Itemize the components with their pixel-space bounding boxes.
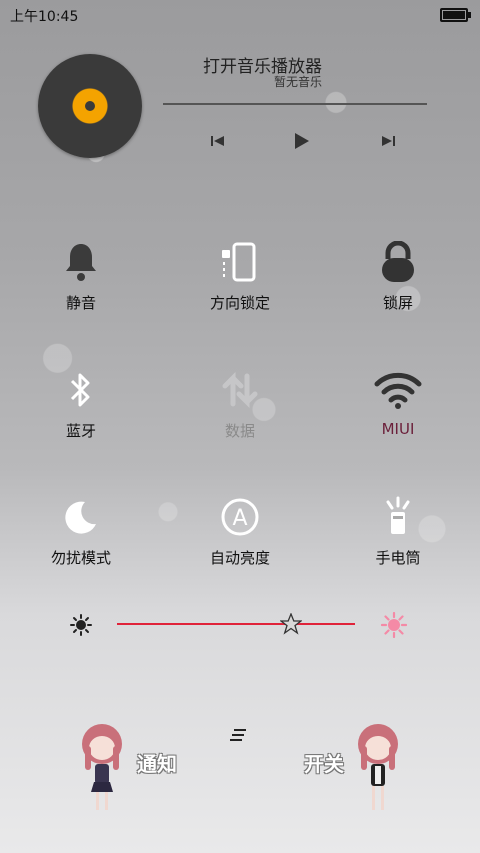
brightness-slider[interactable] [0,610,480,640]
brightness-star-thumb[interactable] [280,613,302,635]
bell-icon [57,238,105,286]
next-track-icon[interactable] [378,132,398,150]
lock-icon [374,238,422,286]
tab-toggles[interactable]: 开关 [304,748,344,777]
vinyl-disc-icon[interactable] [38,54,142,158]
play-icon[interactable] [292,132,312,150]
battery-icon [440,8,471,22]
toggle-mobile-data-label: 数据 [224,422,255,440]
rotation-lock-icon [216,238,264,286]
toggle-lock-screen-label: 锁屏 [382,294,413,312]
toggle-mute-label: 静音 [65,294,96,312]
toggle-do-not-disturb-label: 勿扰模式 [50,549,111,567]
toggle-bluetooth[interactable]: 蓝牙 [21,358,141,448]
brightness-high-icon [381,612,407,638]
toggle-wifi[interactable]: MIUI [338,358,458,448]
toggle-mute[interactable]: 静音 [21,230,141,320]
data-icon [216,366,264,414]
auto-brightness-icon: A [216,493,264,541]
toggle-auto-brightness[interactable]: A 自动亮度 [180,485,300,575]
toggle-mobile-data[interactable]: 数据 [180,358,300,448]
previous-track-icon[interactable] [208,132,228,150]
toggle-rotation-lock[interactable]: 方向锁定 [180,230,300,320]
wifi-icon [374,366,422,414]
status-time: 上午10:45 [10,9,79,25]
brightness-low-icon [70,614,92,636]
music-progress-bar [163,103,427,105]
music-subtitle: 暂无音乐 [274,75,323,89]
toggle-flashlight[interactable]: 手电筒 [338,485,458,575]
flashlight-icon [374,493,422,541]
music-widget: 打开音乐播放器 暂无音乐 [0,40,480,170]
bluetooth-icon [57,366,105,414]
tab-notifications[interactable]: 通知 [137,748,177,777]
toggle-wifi-label: MIUI [381,420,415,438]
toggle-flashlight-label: 手电筒 [375,549,421,567]
toggle-rotation-lock-label: 方向锁定 [209,294,270,312]
svg-text:A: A [232,506,247,531]
brightness-track[interactable] [117,623,355,625]
bottom-tab-bar: 通知 开关 [0,710,480,820]
status-bar: 上午10:45 [0,0,480,28]
drawer-handle-icon[interactable] [230,728,248,742]
toggle-lock-screen[interactable]: 锁屏 [338,230,458,320]
moon-icon [57,493,105,541]
chibi-girl-left-icon [82,724,122,810]
chibi-girl-right-icon [358,724,398,810]
toggle-do-not-disturb[interactable]: 勿扰模式 [21,485,141,575]
toggle-auto-brightness-label: 自动亮度 [209,549,270,567]
toggle-bluetooth-label: 蓝牙 [65,422,96,440]
